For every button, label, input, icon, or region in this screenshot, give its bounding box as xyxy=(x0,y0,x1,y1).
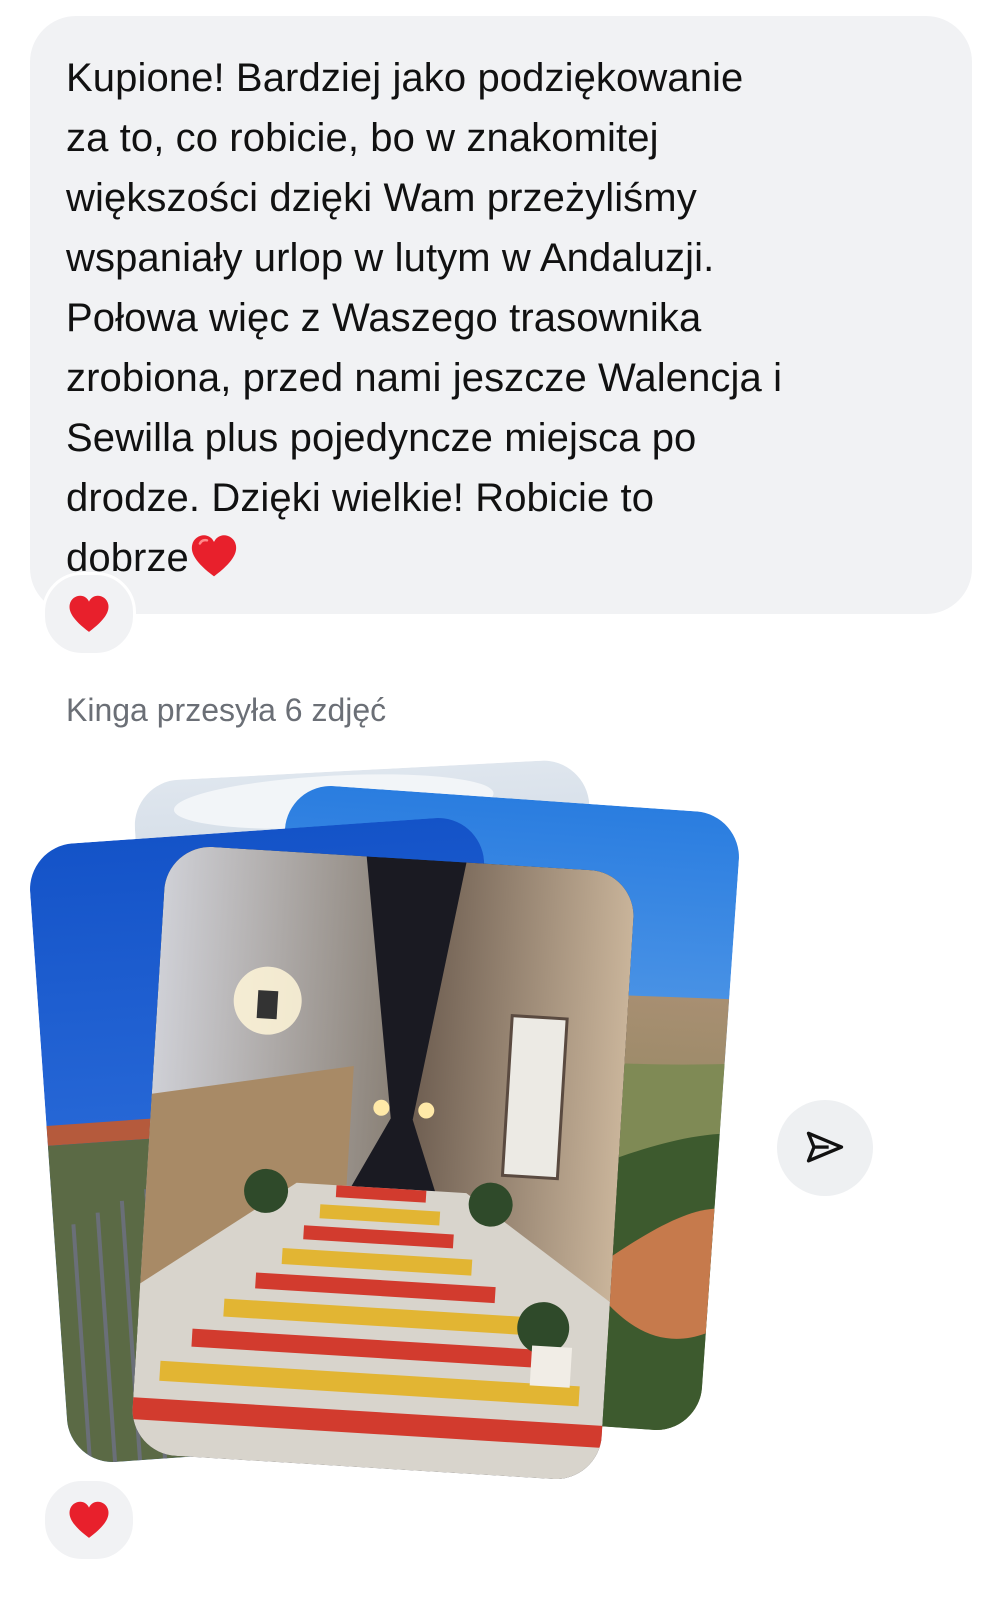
send-icon xyxy=(806,1131,844,1163)
photos-reaction[interactable] xyxy=(42,1478,136,1562)
heart-icon xyxy=(191,535,237,577)
message-text: Kupione! Bardziej jako podziękowanie za … xyxy=(66,56,783,580)
message-reaction[interactable] xyxy=(42,572,136,656)
heart-icon xyxy=(69,595,109,632)
share-button[interactable] xyxy=(777,1100,873,1196)
heart-icon xyxy=(69,1501,109,1538)
message-bubble[interactable]: Kupione! Bardziej jako podziękowanie za … xyxy=(30,16,972,614)
photo-card-front[interactable] xyxy=(129,844,637,1482)
photo-caption: Kinga przesyła 6 zdjęć xyxy=(66,692,387,728)
photo-image xyxy=(129,844,637,1482)
